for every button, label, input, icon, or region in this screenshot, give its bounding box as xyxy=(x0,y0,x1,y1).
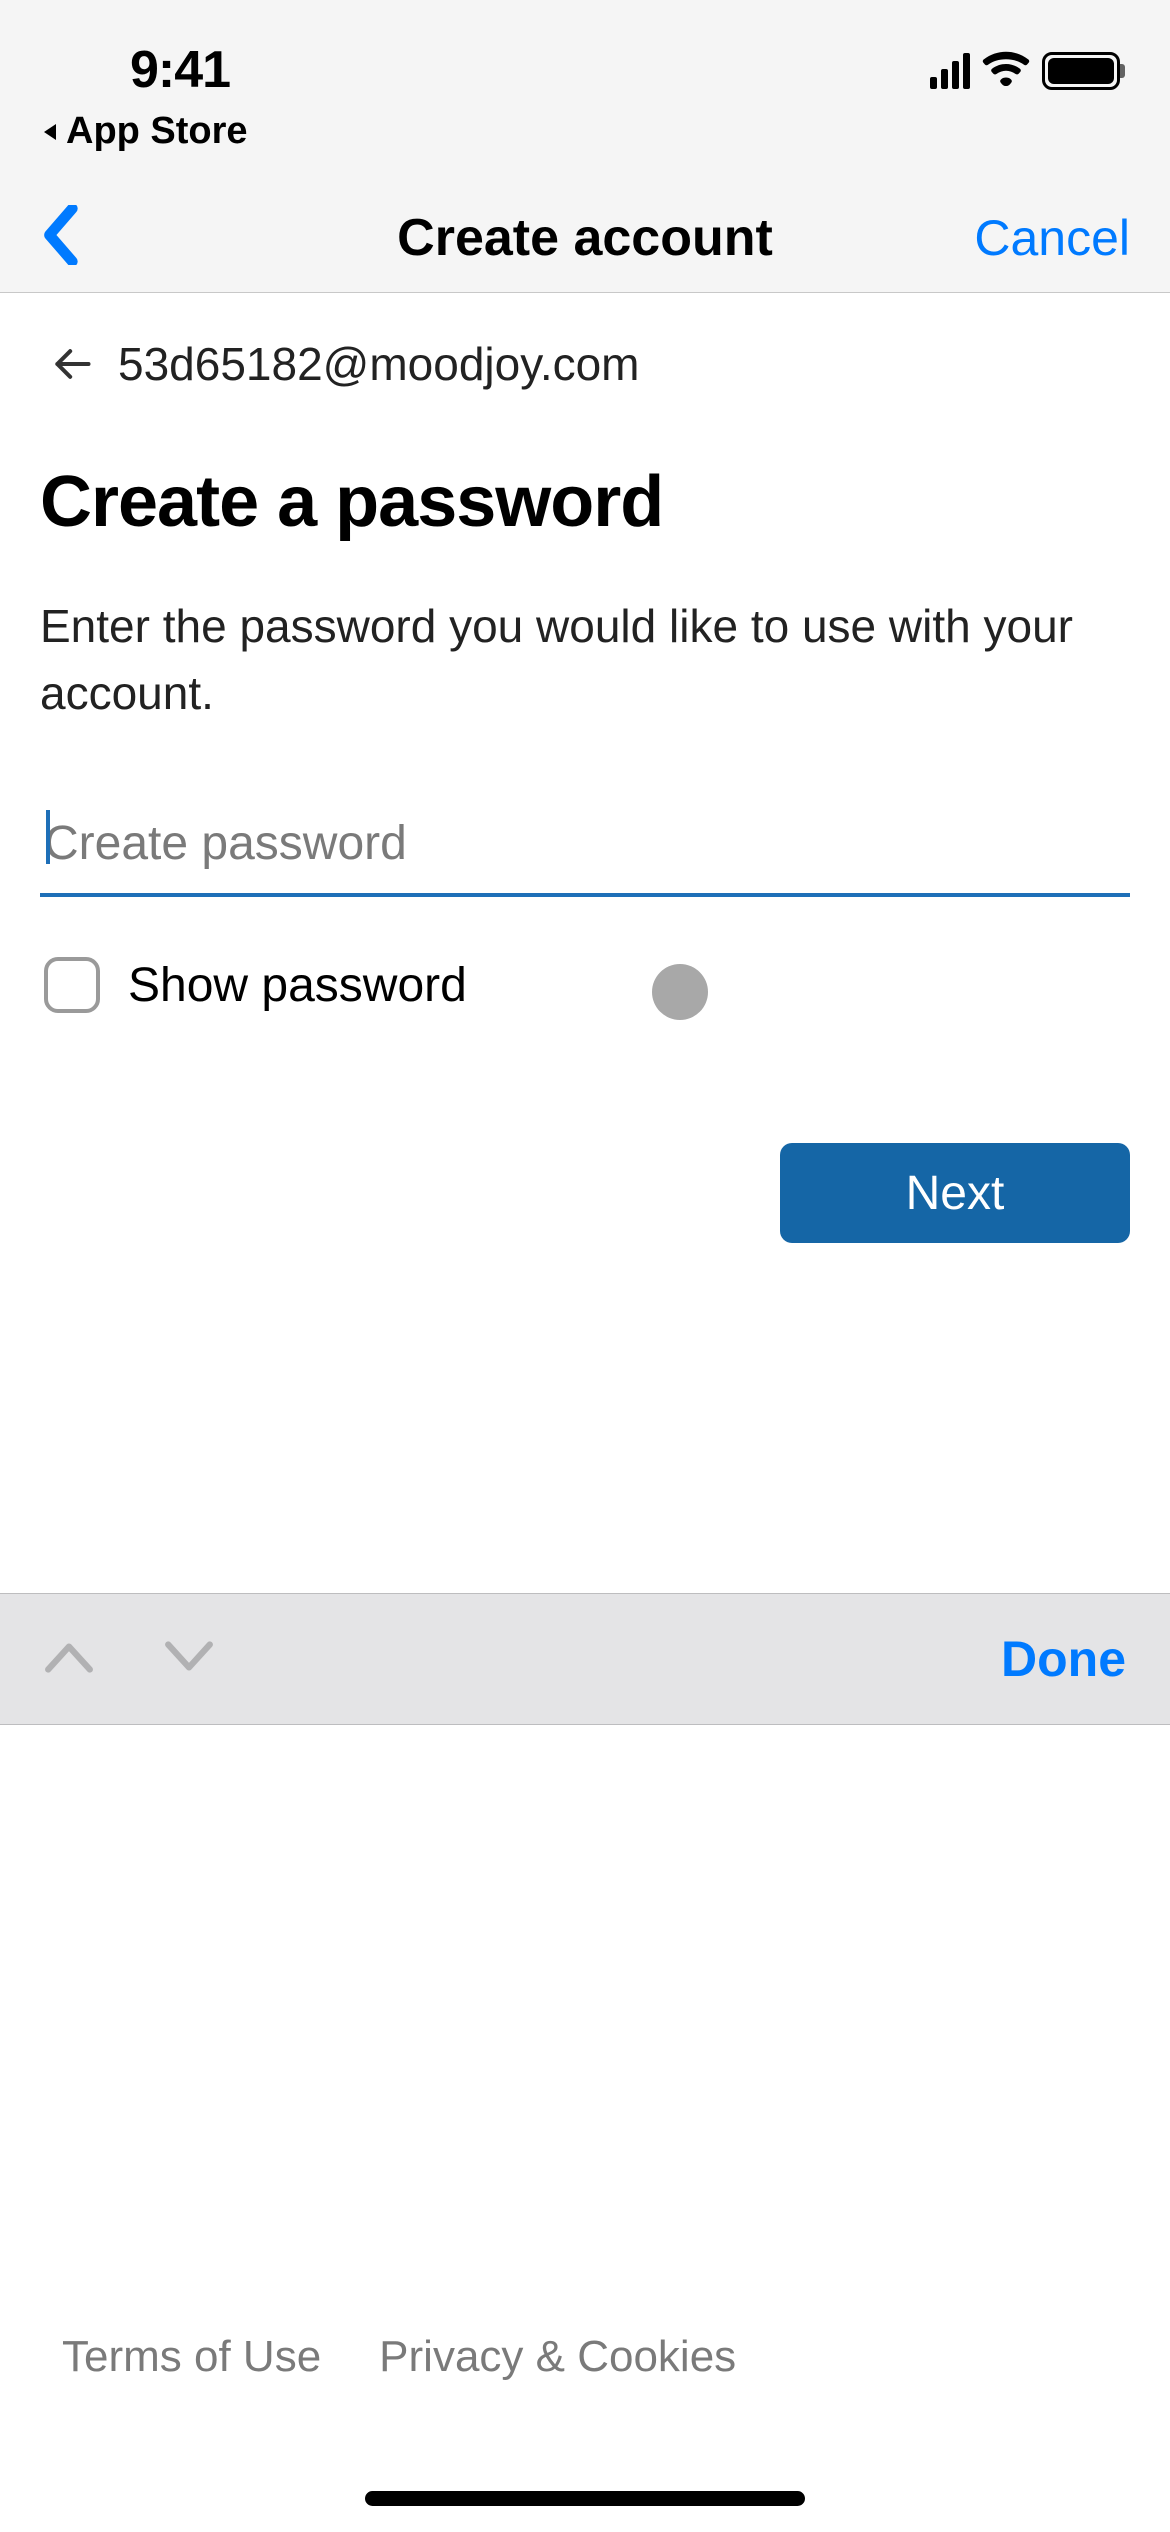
next-button[interactable]: Next xyxy=(780,1143,1130,1243)
footer-area: Terms of Use Privacy & Cookies xyxy=(0,1602,1170,2532)
cellular-icon xyxy=(930,53,970,89)
status-time: 9:41 xyxy=(130,40,230,100)
content-area: 53d65182@moodjoy.com Create a password E… xyxy=(0,293,1170,1593)
password-field xyxy=(40,806,1130,897)
keyboard-accessory: Done xyxy=(0,1593,1170,1725)
nav-bar: Create account Cancel xyxy=(0,183,1170,293)
chevron-down-icon xyxy=(164,1637,214,1677)
battery-icon xyxy=(1042,52,1120,90)
arrow-left-icon xyxy=(50,342,94,386)
show-password-checkbox[interactable] xyxy=(44,957,100,1013)
keyboard-done-button[interactable]: Done xyxy=(1001,1630,1126,1688)
page-heading: Create a password xyxy=(40,431,1130,593)
show-password-row[interactable]: Show password xyxy=(40,957,1130,1013)
home-indicator[interactable] xyxy=(365,2491,805,2506)
triangle-left-icon xyxy=(40,122,60,142)
nav-back-button[interactable] xyxy=(40,205,80,270)
password-input[interactable] xyxy=(40,806,1130,897)
app-store-back-button[interactable]: App Store xyxy=(0,110,1170,183)
chevron-up-icon xyxy=(44,1637,94,1677)
next-field-button[interactable] xyxy=(164,1637,214,1682)
status-icons xyxy=(930,40,1120,91)
chevron-left-icon xyxy=(40,205,80,265)
app-store-back-label: App Store xyxy=(66,110,248,153)
prev-field-button[interactable] xyxy=(44,1637,94,1682)
nav-cancel-button[interactable]: Cancel xyxy=(974,209,1130,267)
privacy-cookies-link[interactable]: Privacy & Cookies xyxy=(379,2332,736,2382)
status-bar: 9:41 xyxy=(0,0,1170,110)
terms-of-use-link[interactable]: Terms of Use xyxy=(62,2332,321,2382)
show-password-label: Show password xyxy=(128,958,467,1013)
text-caret xyxy=(46,810,50,864)
nav-title: Create account xyxy=(397,208,773,268)
page-subheading: Enter the password you would like to use… xyxy=(40,593,1130,806)
wifi-icon xyxy=(982,50,1030,91)
email-address: 53d65182@moodjoy.com xyxy=(118,337,640,391)
email-back-row[interactable]: 53d65182@moodjoy.com xyxy=(40,293,1130,431)
